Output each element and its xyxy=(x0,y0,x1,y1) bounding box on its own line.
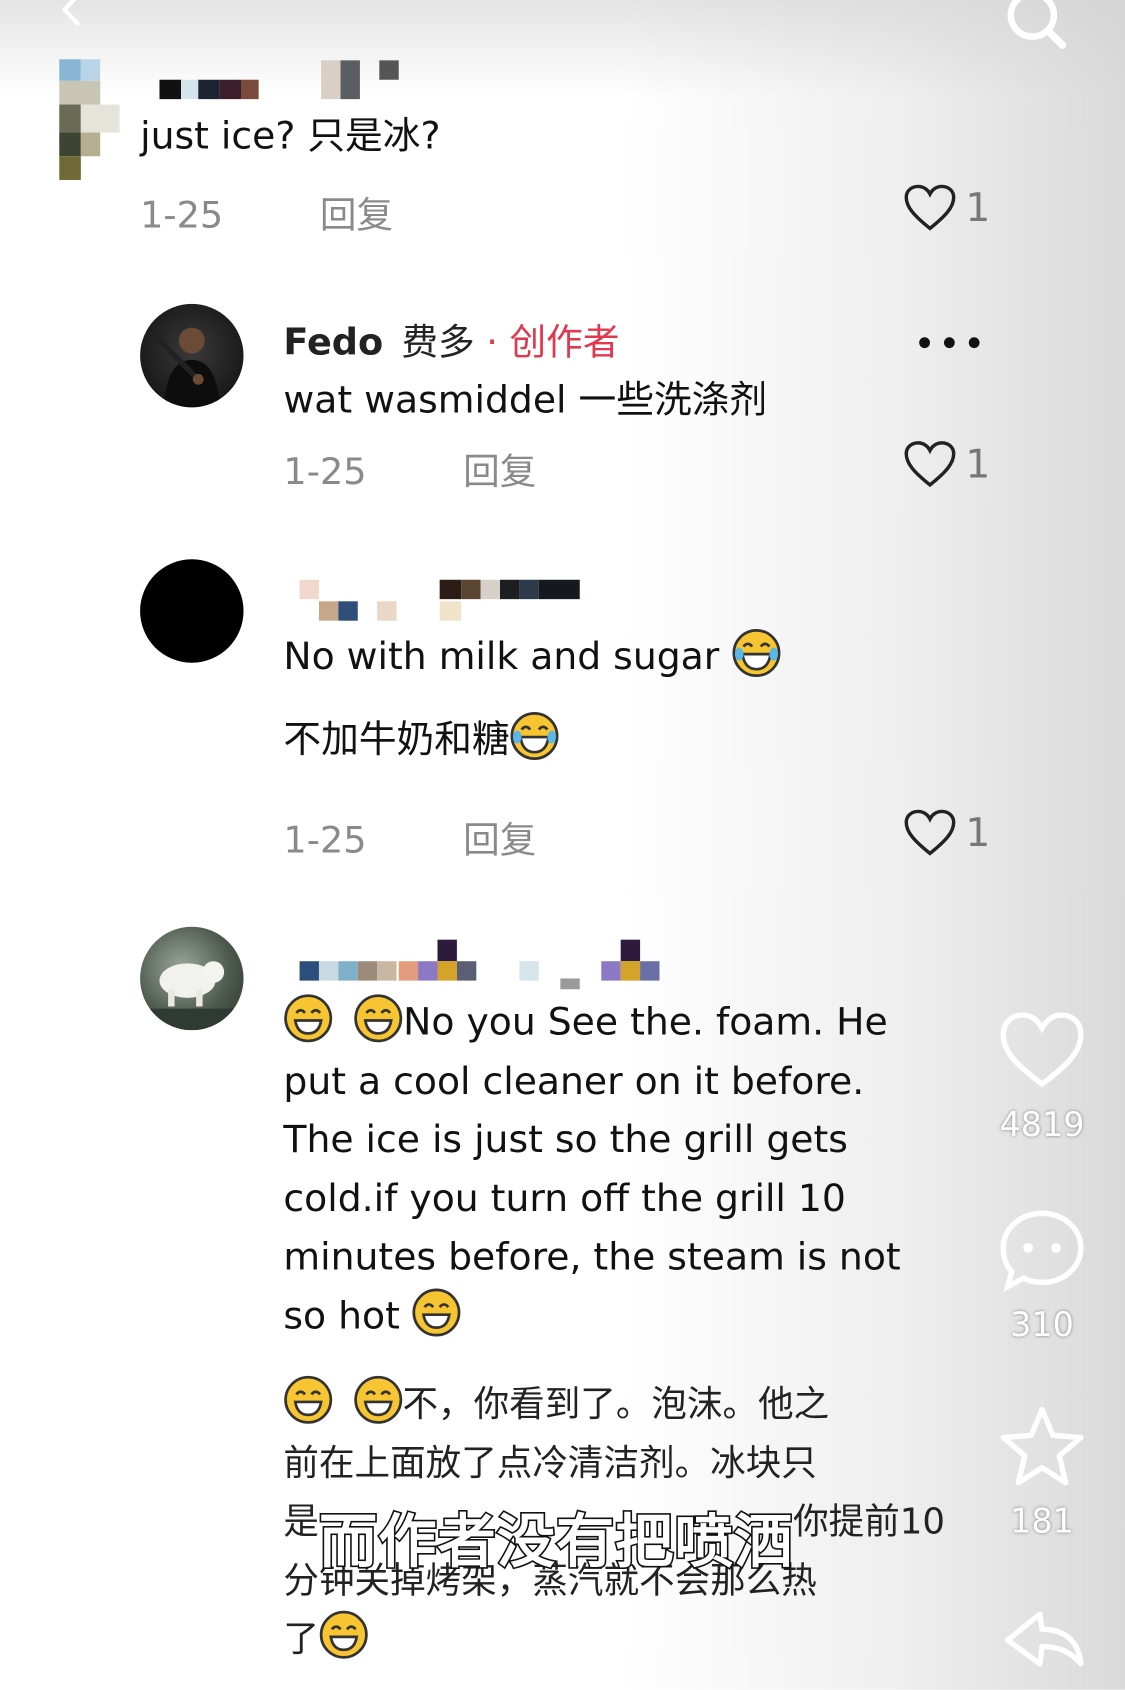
like-button[interactable]: 1 xyxy=(903,808,990,858)
video-subtitle: 而作者没有把喷洒 xyxy=(317,1506,794,1577)
comment-bubble-icon xyxy=(1000,1210,1084,1293)
comment-date: 1-25 xyxy=(140,193,224,238)
avatar[interactable] xyxy=(59,59,120,180)
comment-date: 1-25 xyxy=(283,450,367,494)
share-icon xyxy=(1004,1611,1084,1667)
avatar[interactable] xyxy=(140,926,244,1031)
grinning-emoji-icon xyxy=(353,1375,402,1424)
grinning-emoji-icon xyxy=(319,1610,368,1659)
grinning-emoji-icon xyxy=(412,1288,461,1336)
comment-text-translation: 不加牛奶和糖 xyxy=(283,711,973,770)
laughing-tears-emoji-icon xyxy=(732,629,781,678)
heart-icon xyxy=(904,441,956,488)
like-count: 1 xyxy=(965,442,991,487)
author-name: Fedo xyxy=(283,321,384,365)
heart-icon xyxy=(904,184,956,231)
grinning-emoji-icon xyxy=(354,994,403,1043)
more-options-icon[interactable] xyxy=(918,335,983,350)
like-total: 4819 xyxy=(999,1105,1085,1145)
favorite-action[interactable]: 181 xyxy=(994,1403,1091,1541)
comment-author[interactable]: Fedo 费多 · 创作者 xyxy=(283,313,619,366)
reply-button[interactable]: 回复 xyxy=(463,450,536,493)
comment-meta: 1-25 回复 xyxy=(283,442,536,495)
comment-text: wat wasmiddel 一些洗涤剂 xyxy=(283,379,768,423)
laughing-tears-emoji-icon xyxy=(510,712,559,760)
comment-date: 1-25 xyxy=(283,818,367,863)
grinning-emoji-icon xyxy=(284,1375,333,1424)
comment-action[interactable]: 310 xyxy=(994,1207,1091,1345)
avatar[interactable] xyxy=(140,559,244,663)
like-count: 1 xyxy=(965,810,991,856)
star-icon xyxy=(1000,1406,1084,1486)
like-button[interactable]: 1 xyxy=(903,440,990,490)
back-arrow-icon[interactable] xyxy=(56,0,88,26)
avatar[interactable] xyxy=(140,303,244,408)
heart-icon xyxy=(904,809,956,856)
comment-meta: 1-25 回复 xyxy=(283,810,536,863)
username-pixelated[interactable] xyxy=(282,578,584,621)
username-pixelated[interactable] xyxy=(159,60,407,101)
comment-text: No with milk and sugar xyxy=(283,628,973,687)
comment-total: 310 xyxy=(1010,1306,1074,1345)
comment-meta: 1-25 回复 xyxy=(140,185,393,238)
grinning-emoji-icon xyxy=(284,994,333,1043)
favorite-total: 181 xyxy=(1010,1502,1074,1541)
heart-icon xyxy=(1000,1012,1084,1088)
comment-text: just ice? 只是冰? xyxy=(140,115,441,159)
like-button[interactable]: 1 xyxy=(903,183,990,233)
username-pixelated[interactable] xyxy=(299,939,666,992)
reply-button[interactable]: 回复 xyxy=(463,819,536,862)
search-icon[interactable] xyxy=(1000,0,1069,54)
author-name-cn: 费多 xyxy=(401,321,475,365)
like-count: 1 xyxy=(965,185,991,231)
comment-text: No you See the. foam. He put a cool clea… xyxy=(283,994,994,1346)
like-action[interactable]: 4819 xyxy=(994,1009,1091,1145)
creator-badge: · 创作者 xyxy=(486,321,620,365)
reply-button[interactable]: 回复 xyxy=(320,194,393,237)
share-action[interactable] xyxy=(994,1603,1091,1689)
